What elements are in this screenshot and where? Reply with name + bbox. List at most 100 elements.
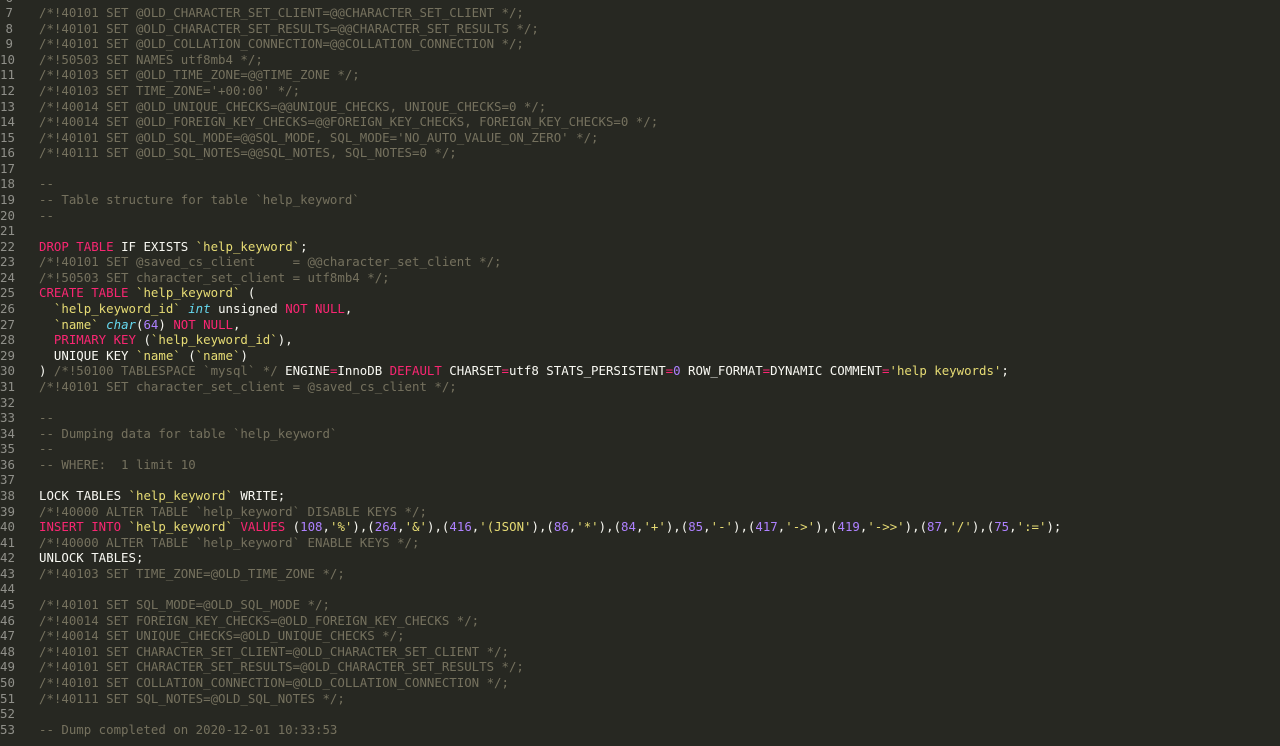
code-token: ),( (598, 519, 622, 535)
code-token: ),( (352, 519, 375, 535)
code-token: /*!40101 SET @OLD_SQL_MODE=@@SQL_MODE, S… (39, 129, 599, 145)
line-number: 31 (0, 378, 15, 394)
line-number: 20 (0, 207, 15, 223)
line-code: -- (39, 208, 54, 224)
code-token: ); (1046, 519, 1062, 535)
line-code: -- (39, 441, 54, 457)
line-number: 14 (0, 114, 15, 130)
code-token: 108 (300, 519, 323, 535)
code-token: , (703, 519, 711, 535)
code-token: LOCK TABLES (39, 488, 129, 503)
line-code: /*!40101 SET CHARACTER_SET_RESULTS=@OLD_… (39, 659, 524, 675)
code-token: , (344, 301, 353, 317)
code-token: /*!40000 ALTER TABLE `help_keyword` ENAB… (39, 534, 420, 550)
code-token: 419 (837, 519, 860, 535)
code-token: `help_keyword` (195, 238, 301, 254)
code-token: UNLOCK TABLES; (39, 550, 144, 566)
line-code: -- WHERE: 1 limit 10 (39, 457, 196, 473)
code-token: /*!40014 SET @OLD_FOREIGN_KEY_CHECKS=@@F… (39, 114, 659, 130)
code-token: IF EXISTS (113, 238, 196, 254)
code-token: /*!40101 SET SQL_MODE=@OLD_SQL_MODE */; (39, 597, 330, 613)
code-token: 86 (553, 519, 569, 535)
code-token: -- Table structure for table `help_keywo… (39, 192, 360, 208)
line-code: /*!40014 SET UNIQUE_CHECKS=@OLD_UNIQUE_C… (39, 628, 405, 644)
line-code: LOCK TABLES `help_keyword` WRITE; (39, 488, 285, 504)
code-editor[interactable]: 67/*!40101 SET @OLD_CHARACTER_SET_CLIENT… (0, 0, 1280, 746)
code-token: `help_keyword_id` (53, 301, 181, 317)
line-number: 26 (0, 301, 15, 317)
code-token: /*!40101 SET CHARACTER_SET_RESULTS=@OLD_… (39, 659, 524, 675)
code-token: 64 (143, 316, 159, 332)
code-token: ( (180, 347, 196, 363)
line-number: 36 (0, 456, 15, 472)
code-token: '->' (785, 519, 816, 535)
line-number: 24 (0, 269, 15, 285)
line-number: 33 (0, 410, 15, 426)
code-token: ROW_FORMAT (680, 363, 763, 379)
line-code: /*!40111 SET @OLD_SQL_NOTES=@@SQL_NOTES,… (39, 145, 457, 161)
code-token: '(JSON' (479, 519, 532, 535)
line-code: -- Dump completed on 2020-12-01 10:33:53 (39, 722, 337, 738)
line-code: `help_keyword_id` int unsigned NOT NULL, (39, 301, 352, 317)
line-code: /*!40101 SET @OLD_COLLATION_CONNECTION=@… (39, 36, 524, 52)
line-number: 30 (0, 363, 15, 379)
line-code: /*!40101 SET @saved_cs_client = @@charac… (39, 254, 502, 270)
code-token: , (322, 519, 330, 535)
code-token: `name` (53, 316, 99, 332)
code-token: NOT NULL (285, 301, 345, 317)
code-token: ),( (904, 519, 928, 535)
code-token: /*!40101 SET COLLATION_CONNECTION=@OLD_C… (39, 674, 509, 690)
line-number: 52 (0, 706, 15, 722)
line-code: /*!40014 SET @OLD_UNIQUE_CHECKS=@@UNIQUE… (39, 99, 546, 115)
code-token: NOT NULL (173, 316, 233, 332)
code-token: 87 (927, 519, 942, 535)
code-token: DEFAULT (389, 363, 442, 379)
code-token: /*!40101 SET @saved_cs_client = @@charac… (39, 254, 502, 270)
code-token: 417 (755, 519, 778, 535)
line-number: 29 (0, 347, 15, 363)
line-number: 13 (0, 98, 15, 114)
line-number: 42 (0, 550, 15, 566)
code-token: -- WHERE: 1 limit 10 (39, 456, 196, 472)
code-token: /*!40111 SET @OLD_SQL_NOTES=@@SQL_NOTES,… (39, 145, 457, 161)
code-token: DROP TABLE (39, 238, 114, 254)
line-code: /*!40000 ALTER TABLE `help_keyword` DISA… (39, 504, 427, 520)
code-token: /*!40014 SET @OLD_UNIQUE_CHECKS=@@UNIQUE… (39, 98, 547, 114)
code-token: /*!40101 SET @OLD_CHARACTER_SET_CLIENT=@… (39, 5, 524, 21)
line-number: 22 (0, 238, 15, 254)
line-code: /*!40103 SET @OLD_TIME_ZONE=@@TIME_ZONE … (39, 67, 360, 83)
code-token: /*!40101 SET @OLD_COLLATION_CONNECTION=@… (39, 36, 524, 52)
line-number: 8 (5, 20, 13, 36)
code-token: ; (1001, 363, 1009, 379)
code-token: /*!40101 SET character_set_client = @sav… (39, 378, 457, 394)
line-number: 16 (0, 145, 15, 161)
code-token: '*' (576, 519, 599, 535)
line-code: /*!40101 SET SQL_MODE=@OLD_SQL_MODE */; (39, 597, 330, 613)
code-token: ( (285, 519, 301, 535)
line-number: 17 (0, 160, 15, 176)
code-token: /*!40101 SET CHARACTER_SET_CLIENT=@OLD_C… (39, 643, 509, 659)
line-number: 49 (0, 659, 15, 675)
line-number: 43 (0, 565, 15, 581)
line-code: UNIQUE KEY `name` (`name`) (39, 348, 248, 364)
code-token: ),( (427, 519, 450, 535)
code-token: , (397, 519, 405, 535)
line-code: CREATE TABLE `help_keyword` ( (39, 285, 255, 301)
line-number: 37 (0, 472, 15, 488)
code-token: /*!40014 SET FOREIGN_KEY_CHECKS=@OLD_FOR… (39, 612, 480, 628)
code-token: PRIMARY KEY (53, 332, 136, 348)
code-token: ( (135, 332, 151, 348)
code-token: = (762, 363, 771, 379)
line-number: 34 (0, 425, 15, 441)
code-token: `name` (135, 347, 181, 363)
code-token: ) (158, 316, 174, 332)
code-token: `help_keyword_id` (150, 332, 278, 348)
line-code: `name` char(64) NOT NULL, (39, 316, 241, 333)
code-token: = (501, 363, 509, 379)
code-token: ; (300, 238, 308, 254)
line-code: /*!50503 SET character_set_client = utf8… (39, 270, 390, 286)
line-number: 46 (0, 612, 15, 628)
line-number: 32 (0, 394, 15, 410)
